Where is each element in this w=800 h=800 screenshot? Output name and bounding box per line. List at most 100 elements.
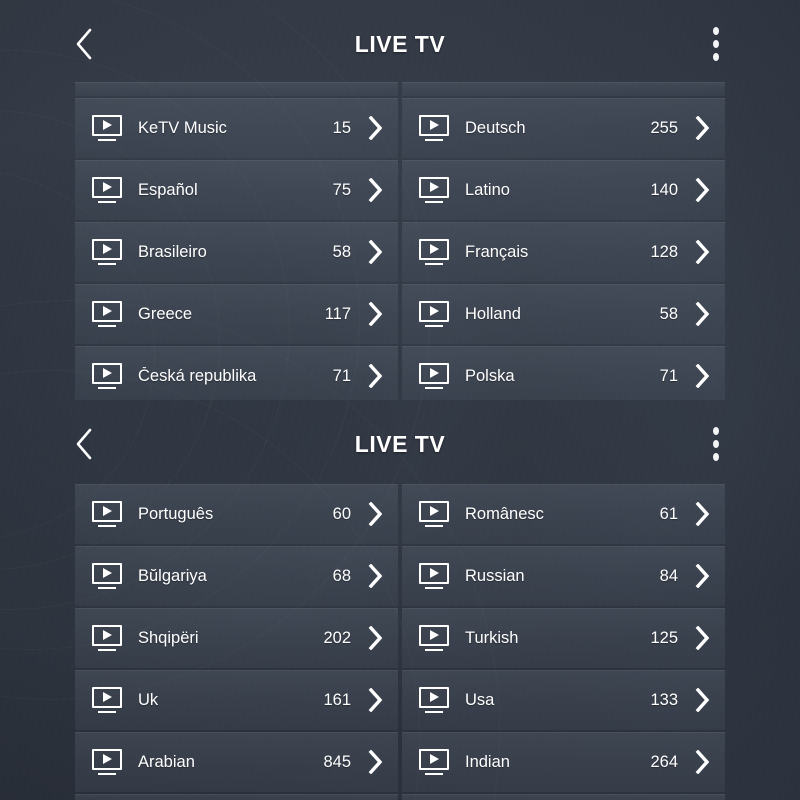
live-tv-screen-bottom: LIVE TV Português 60 Românesc 61 Bŭlgari… [0, 400, 800, 800]
chevron-left-icon [74, 427, 94, 461]
channel-category-grid-bottom: Português 60 Românesc 61 Bŭlgariya 68 Ru… [75, 484, 725, 800]
channel-count: 202 [323, 628, 351, 647]
chevron-right-icon[interactable] [694, 115, 711, 141]
page-title: LIVE TV [354, 31, 446, 57]
tv-play-icon [92, 238, 122, 266]
chevron-left-icon [74, 27, 94, 61]
chevron-right-icon[interactable] [367, 563, 384, 589]
top-bar: LIVE TV [0, 0, 800, 88]
table-row[interactable]: Arabian 845 [75, 732, 398, 792]
channel-count: 125 [650, 628, 678, 647]
tv-play-icon [92, 748, 122, 776]
table-row[interactable]: Greece 117 [75, 284, 398, 344]
back-button[interactable] [62, 22, 106, 66]
tv-play-icon [92, 624, 122, 652]
category-name: Russian [465, 566, 525, 585]
chevron-right-icon[interactable] [694, 177, 711, 203]
chevron-right-icon[interactable] [694, 687, 711, 713]
table-row[interactable]: Brasileiro 58 [75, 222, 398, 282]
chevron-right-icon[interactable] [367, 363, 384, 389]
chevron-right-icon[interactable] [367, 239, 384, 265]
table-row[interactable]: Holland 58 [402, 284, 725, 344]
category-name: Latino [465, 180, 510, 199]
chevron-right-icon[interactable] [367, 177, 384, 203]
table-row[interactable]: Uk 161 [75, 670, 398, 730]
tv-play-icon [419, 238, 449, 266]
tv-play-icon [419, 114, 449, 142]
chevron-right-icon[interactable] [694, 625, 711, 651]
table-row[interactable]: Deutsch 255 [402, 98, 725, 158]
category-name: Česká republika [138, 366, 257, 385]
channel-count: 117 [324, 304, 351, 323]
overflow-menu-button[interactable] [694, 422, 738, 466]
channel-count: 61 [659, 504, 678, 523]
category-name: KeTV Music [138, 118, 227, 137]
table-row-partial[interactable] [75, 794, 398, 800]
chevron-right-icon[interactable] [694, 749, 711, 775]
table-row[interactable]: Turkish 125 [402, 608, 725, 668]
chevron-right-icon[interactable] [367, 501, 384, 527]
table-row[interactable]: Latino 140 [402, 160, 725, 220]
tv-play-icon [419, 300, 449, 328]
category-name: Indian [465, 752, 510, 771]
live-tv-screen-top: LIVE TV KeTV Music 15 Deutsch 255 Españo… [0, 0, 800, 400]
page-title: LIVE TV [354, 431, 446, 457]
tv-play-icon [419, 562, 449, 590]
channel-count: 58 [659, 304, 678, 323]
table-row[interactable]: Shqipëri 202 [75, 608, 398, 668]
channel-count: 75 [332, 180, 351, 199]
tv-play-icon [419, 748, 449, 776]
category-name: Shqipëri [138, 628, 199, 647]
more-vertical-icon-dot-1 [713, 27, 719, 35]
chevron-right-icon[interactable] [694, 239, 711, 265]
chevron-right-icon[interactable] [367, 625, 384, 651]
more-vertical-icon-dot-1 [713, 427, 719, 435]
chevron-right-icon[interactable] [694, 563, 711, 589]
channel-count: 60 [332, 504, 351, 523]
tv-play-icon [92, 686, 122, 714]
table-row[interactable]: KeTV Music 15 [75, 98, 398, 158]
table-row[interactable]: Polska 71 [402, 346, 725, 400]
more-vertical-icon-dot-2 [713, 40, 719, 48]
chevron-right-icon[interactable] [367, 301, 384, 327]
table-row[interactable]: Español 75 [75, 160, 398, 220]
tv-play-icon [92, 114, 122, 142]
chevron-right-icon[interactable] [367, 115, 384, 141]
category-name: Deutsch [465, 118, 526, 137]
channel-count: 58 [332, 242, 351, 261]
table-row[interactable]: Românesc 61 [402, 484, 725, 544]
top-bar: LIVE TV [0, 400, 800, 488]
channel-count: 84 [659, 566, 678, 585]
chevron-right-icon[interactable] [367, 687, 384, 713]
table-row[interactable]: Português 60 [75, 484, 398, 544]
channel-count: 71 [332, 366, 351, 385]
table-row[interactable]: Česká republika 71 [75, 346, 398, 400]
tv-play-icon [419, 362, 449, 390]
chevron-right-icon[interactable] [694, 501, 711, 527]
tv-play-icon [92, 362, 122, 390]
category-name: Arabian [138, 752, 195, 771]
category-name: Usa [465, 690, 495, 709]
category-name: Bŭlgariya [138, 566, 207, 585]
category-name: Español [138, 180, 198, 199]
channel-count: 71 [659, 366, 678, 385]
chevron-right-icon[interactable] [694, 301, 711, 327]
channel-count: 133 [650, 690, 678, 709]
channel-count: 128 [650, 242, 678, 261]
chevron-right-icon[interactable] [367, 749, 384, 775]
category-name: Turkish [465, 628, 519, 647]
table-row[interactable]: Bŭlgariya 68 [75, 546, 398, 606]
more-vertical-icon-dot-3 [713, 53, 719, 61]
channel-count: 255 [650, 118, 678, 137]
overflow-menu-button[interactable] [694, 22, 738, 66]
category-name: Français [465, 242, 529, 261]
category-name: Português [138, 504, 214, 523]
chevron-right-icon[interactable] [694, 363, 711, 389]
category-name: Brasileiro [138, 242, 207, 261]
table-row[interactable]: Usa 133 [402, 670, 725, 730]
table-row[interactable]: Français 128 [402, 222, 725, 282]
table-row-partial[interactable] [402, 794, 725, 800]
table-row[interactable]: Indian 264 [402, 732, 725, 792]
back-button[interactable] [62, 422, 106, 466]
table-row[interactable]: Russian 84 [402, 546, 725, 606]
